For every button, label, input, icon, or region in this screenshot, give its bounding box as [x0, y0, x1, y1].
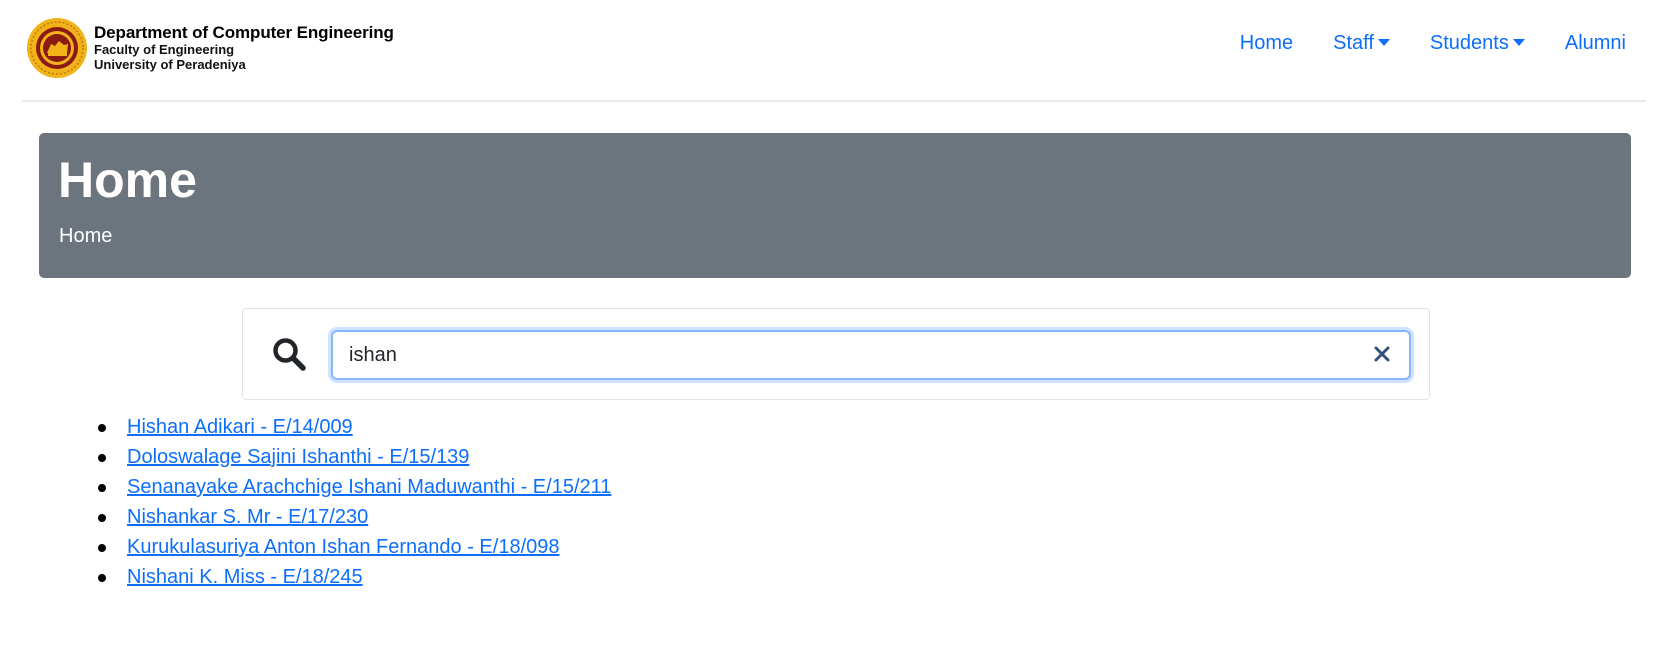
list-item: Doloswalage Sajini Ishanthi - E/15/139 [98, 442, 611, 472]
caret-down-icon [1377, 39, 1390, 46]
breadcrumb: Home [59, 225, 113, 247]
nav-home-link[interactable]: Home [1240, 32, 1293, 55]
result-link[interactable]: Doloswalage Sajini Ishanthi - E/15/139 [127, 446, 469, 468]
list-item: Hishan Adikari - E/14/009 [98, 412, 611, 442]
nav-alumni-label: Alumni [1564, 32, 1626, 54]
university-crest-icon [27, 18, 87, 78]
search-input[interactable] [347, 332, 1347, 378]
top-navbar: Department of Computer Engineering Facul… [22, 0, 1646, 102]
close-icon[interactable] [1373, 345, 1391, 363]
brand-link[interactable]: Department of Computer Engineering Facul… [26, 17, 394, 79]
result-link[interactable]: Hishan Adikari - E/14/009 [127, 416, 353, 438]
main-nav: Home Staff Students Alumni [1200, 32, 1626, 55]
nav-students-label: Students [1429, 32, 1509, 54]
nav-alumni-link[interactable]: Alumni [1565, 32, 1626, 55]
search-results-list: Hishan Adikari - E/14/009 Doloswalage Sa… [98, 412, 611, 592]
result-link[interactable]: Kurukulasuriya Anton Ishan Fernando - E/… [127, 536, 560, 558]
list-item: Nishankar S. Mr - E/17/230 [98, 502, 611, 532]
search-card [242, 308, 1430, 400]
result-link[interactable]: Senanayake Arachchige Ishani Maduwanthi … [127, 476, 611, 498]
nav-staff-dropdown[interactable]: Staff [1333, 32, 1390, 55]
page-header-banner: Home Home [39, 133, 1631, 278]
brand-title: Department of Computer Engineering [94, 23, 394, 43]
brand-faculty: Faculty of Engineering [94, 41, 235, 57]
list-item: Senanayake Arachchige Ishani Maduwanthi … [98, 472, 611, 502]
nav-home-label: Home [1239, 32, 1294, 54]
nav-students-dropdown[interactable]: Students [1430, 32, 1525, 55]
result-link[interactable]: Nishani K. Miss - E/18/245 [127, 566, 363, 588]
caret-down-icon [1512, 39, 1525, 46]
nav-staff-label: Staff [1333, 32, 1374, 54]
brand-university: University of Peradeniya [94, 56, 246, 72]
search-icon [273, 338, 306, 371]
search-field [331, 330, 1411, 380]
list-item: Nishani K. Miss - E/18/245 [98, 562, 611, 592]
result-link[interactable]: Nishankar S. Mr - E/17/230 [127, 506, 368, 528]
list-item: Kurukulasuriya Anton Ishan Fernando - E/… [98, 532, 611, 562]
page-title: Home [58, 152, 197, 208]
